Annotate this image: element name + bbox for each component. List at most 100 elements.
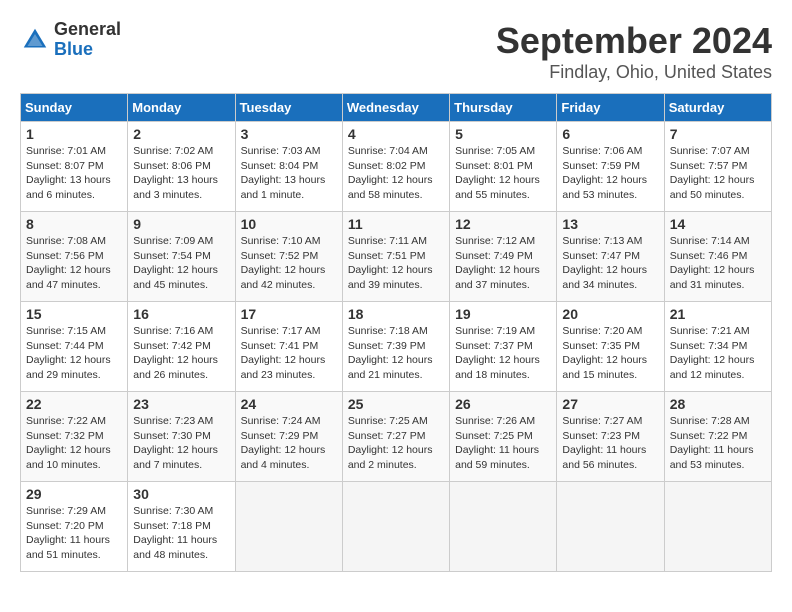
day-info: Sunrise: 7:24 AMSunset: 7:29 PMDaylight:… [241, 415, 326, 471]
calendar-cell: 20 Sunrise: 7:20 AMSunset: 7:35 PMDaylig… [557, 302, 664, 392]
day-number: 12 [455, 216, 551, 232]
day-number: 15 [26, 306, 122, 322]
col-header-sunday: Sunday [21, 94, 128, 122]
day-info: Sunrise: 7:13 AMSunset: 7:47 PMDaylight:… [562, 235, 647, 291]
col-header-wednesday: Wednesday [342, 94, 449, 122]
day-info: Sunrise: 7:11 AMSunset: 7:51 PMDaylight:… [348, 235, 433, 291]
day-number: 5 [455, 126, 551, 142]
day-number: 18 [348, 306, 444, 322]
day-number: 17 [241, 306, 337, 322]
day-number: 26 [455, 396, 551, 412]
day-info: Sunrise: 7:22 AMSunset: 7:32 PMDaylight:… [26, 415, 111, 471]
day-number: 23 [133, 396, 229, 412]
calendar-cell: 26 Sunrise: 7:26 AMSunset: 7:25 PMDaylig… [450, 392, 557, 482]
logo-blue: Blue [54, 40, 121, 60]
title-section: September 2024 Findlay, Ohio, United Sta… [496, 20, 772, 83]
calendar-cell: 24 Sunrise: 7:24 AMSunset: 7:29 PMDaylig… [235, 392, 342, 482]
day-number: 11 [348, 216, 444, 232]
day-info: Sunrise: 7:19 AMSunset: 7:37 PMDaylight:… [455, 325, 540, 381]
calendar-cell: 14 Sunrise: 7:14 AMSunset: 7:46 PMDaylig… [664, 212, 771, 302]
day-number: 19 [455, 306, 551, 322]
day-number: 9 [133, 216, 229, 232]
day-number: 3 [241, 126, 337, 142]
day-info: Sunrise: 7:25 AMSunset: 7:27 PMDaylight:… [348, 415, 433, 471]
day-info: Sunrise: 7:15 AMSunset: 7:44 PMDaylight:… [26, 325, 111, 381]
calendar-cell: 2 Sunrise: 7:02 AMSunset: 8:06 PMDayligh… [128, 122, 235, 212]
calendar-cell: 17 Sunrise: 7:17 AMSunset: 7:41 PMDaylig… [235, 302, 342, 392]
day-number: 20 [562, 306, 658, 322]
calendar-cell: 13 Sunrise: 7:13 AMSunset: 7:47 PMDaylig… [557, 212, 664, 302]
col-header-thursday: Thursday [450, 94, 557, 122]
col-header-tuesday: Tuesday [235, 94, 342, 122]
day-number: 16 [133, 306, 229, 322]
day-number: 27 [562, 396, 658, 412]
calendar-cell: 7 Sunrise: 7:07 AMSunset: 7:57 PMDayligh… [664, 122, 771, 212]
day-info: Sunrise: 7:03 AMSunset: 8:04 PMDaylight:… [241, 145, 326, 201]
day-number: 22 [26, 396, 122, 412]
day-number: 6 [562, 126, 658, 142]
col-header-monday: Monday [128, 94, 235, 122]
calendar-week-row: 8 Sunrise: 7:08 AMSunset: 7:56 PMDayligh… [21, 212, 772, 302]
logo-text: General Blue [54, 20, 121, 60]
day-info: Sunrise: 7:20 AMSunset: 7:35 PMDaylight:… [562, 325, 647, 381]
day-info: Sunrise: 7:30 AMSunset: 7:18 PMDaylight:… [133, 505, 217, 561]
calendar-cell: 9 Sunrise: 7:09 AMSunset: 7:54 PMDayligh… [128, 212, 235, 302]
calendar-cell: 16 Sunrise: 7:16 AMSunset: 7:42 PMDaylig… [128, 302, 235, 392]
day-info: Sunrise: 7:27 AMSunset: 7:23 PMDaylight:… [562, 415, 646, 471]
calendar-cell: 30 Sunrise: 7:30 AMSunset: 7:18 PMDaylig… [128, 482, 235, 572]
col-header-friday: Friday [557, 94, 664, 122]
calendar-cell [664, 482, 771, 572]
calendar-cell: 27 Sunrise: 7:27 AMSunset: 7:23 PMDaylig… [557, 392, 664, 482]
month-year-title: September 2024 [496, 20, 772, 62]
calendar-cell: 12 Sunrise: 7:12 AMSunset: 7:49 PMDaylig… [450, 212, 557, 302]
calendar-cell [450, 482, 557, 572]
calendar-cell: 4 Sunrise: 7:04 AMSunset: 8:02 PMDayligh… [342, 122, 449, 212]
day-info: Sunrise: 7:29 AMSunset: 7:20 PMDaylight:… [26, 505, 110, 561]
calendar-cell: 21 Sunrise: 7:21 AMSunset: 7:34 PMDaylig… [664, 302, 771, 392]
day-number: 29 [26, 486, 122, 502]
day-number: 4 [348, 126, 444, 142]
calendar-cell [342, 482, 449, 572]
day-info: Sunrise: 7:26 AMSunset: 7:25 PMDaylight:… [455, 415, 539, 471]
calendar-cell: 15 Sunrise: 7:15 AMSunset: 7:44 PMDaylig… [21, 302, 128, 392]
calendar-cell: 1 Sunrise: 7:01 AMSunset: 8:07 PMDayligh… [21, 122, 128, 212]
day-info: Sunrise: 7:01 AMSunset: 8:07 PMDaylight:… [26, 145, 111, 201]
day-info: Sunrise: 7:16 AMSunset: 7:42 PMDaylight:… [133, 325, 218, 381]
day-info: Sunrise: 7:21 AMSunset: 7:34 PMDaylight:… [670, 325, 755, 381]
calendar-header-row: SundayMondayTuesdayWednesdayThursdayFrid… [21, 94, 772, 122]
calendar-cell: 25 Sunrise: 7:25 AMSunset: 7:27 PMDaylig… [342, 392, 449, 482]
col-header-saturday: Saturday [664, 94, 771, 122]
day-info: Sunrise: 7:07 AMSunset: 7:57 PMDaylight:… [670, 145, 755, 201]
day-info: Sunrise: 7:04 AMSunset: 8:02 PMDaylight:… [348, 145, 433, 201]
calendar-week-row: 22 Sunrise: 7:22 AMSunset: 7:32 PMDaylig… [21, 392, 772, 482]
day-number: 8 [26, 216, 122, 232]
day-info: Sunrise: 7:12 AMSunset: 7:49 PMDaylight:… [455, 235, 540, 291]
calendar-cell: 3 Sunrise: 7:03 AMSunset: 8:04 PMDayligh… [235, 122, 342, 212]
day-info: Sunrise: 7:05 AMSunset: 8:01 PMDaylight:… [455, 145, 540, 201]
calendar-cell: 22 Sunrise: 7:22 AMSunset: 7:32 PMDaylig… [21, 392, 128, 482]
calendar-cell: 28 Sunrise: 7:28 AMSunset: 7:22 PMDaylig… [664, 392, 771, 482]
calendar-cell: 19 Sunrise: 7:19 AMSunset: 7:37 PMDaylig… [450, 302, 557, 392]
calendar-week-row: 15 Sunrise: 7:15 AMSunset: 7:44 PMDaylig… [21, 302, 772, 392]
page-header: General Blue September 2024 Findlay, Ohi… [20, 20, 772, 83]
day-number: 13 [562, 216, 658, 232]
calendar-table: SundayMondayTuesdayWednesdayThursdayFrid… [20, 93, 772, 572]
day-info: Sunrise: 7:09 AMSunset: 7:54 PMDaylight:… [133, 235, 218, 291]
day-number: 28 [670, 396, 766, 412]
logo-general: General [54, 20, 121, 40]
calendar-cell: 23 Sunrise: 7:23 AMSunset: 7:30 PMDaylig… [128, 392, 235, 482]
day-info: Sunrise: 7:14 AMSunset: 7:46 PMDaylight:… [670, 235, 755, 291]
day-info: Sunrise: 7:28 AMSunset: 7:22 PMDaylight:… [670, 415, 754, 471]
calendar-cell: 8 Sunrise: 7:08 AMSunset: 7:56 PMDayligh… [21, 212, 128, 302]
day-info: Sunrise: 7:06 AMSunset: 7:59 PMDaylight:… [562, 145, 647, 201]
logo: General Blue [20, 20, 121, 60]
calendar-body: 1 Sunrise: 7:01 AMSunset: 8:07 PMDayligh… [21, 122, 772, 572]
location-title: Findlay, Ohio, United States [496, 62, 772, 83]
calendar-cell: 29 Sunrise: 7:29 AMSunset: 7:20 PMDaylig… [21, 482, 128, 572]
calendar-cell: 5 Sunrise: 7:05 AMSunset: 8:01 PMDayligh… [450, 122, 557, 212]
calendar-cell [235, 482, 342, 572]
day-number: 30 [133, 486, 229, 502]
day-number: 14 [670, 216, 766, 232]
day-info: Sunrise: 7:18 AMSunset: 7:39 PMDaylight:… [348, 325, 433, 381]
calendar-week-row: 1 Sunrise: 7:01 AMSunset: 8:07 PMDayligh… [21, 122, 772, 212]
